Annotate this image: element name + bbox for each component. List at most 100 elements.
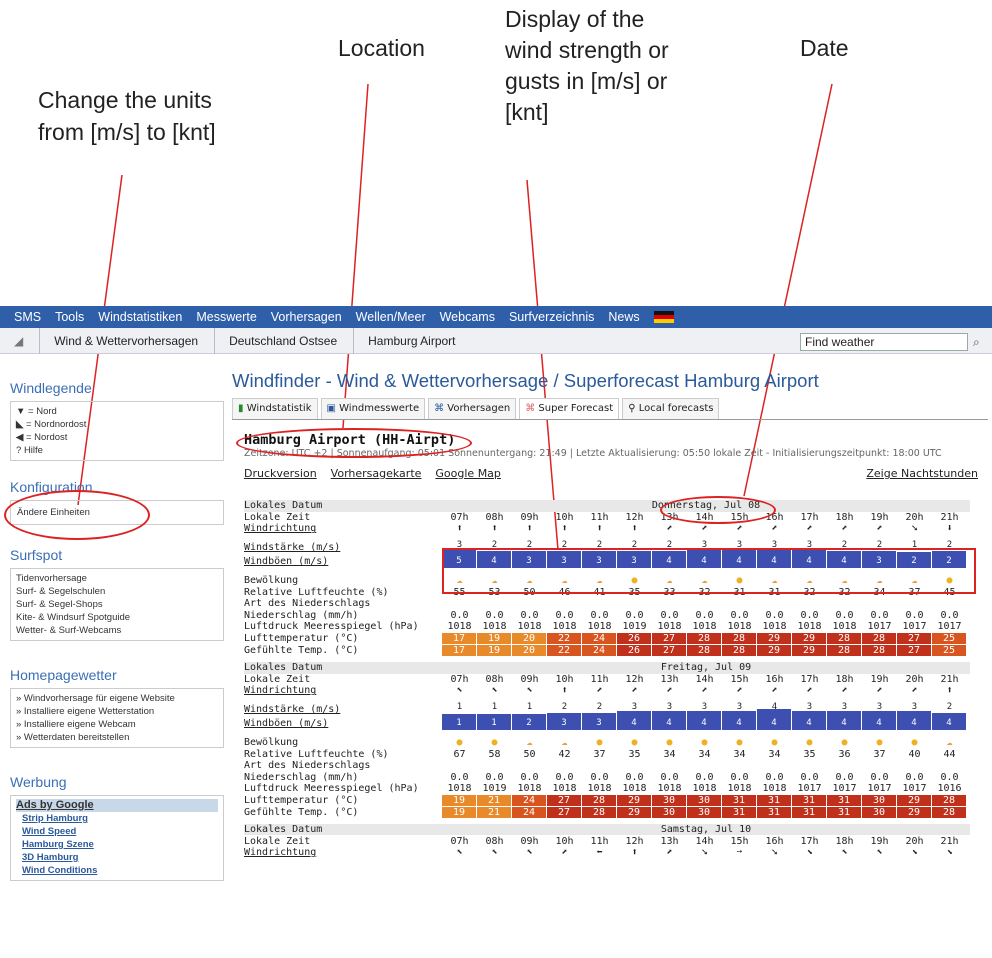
strength-bar (547, 550, 581, 555)
humidity-cell: 46 (558, 586, 571, 598)
annotation-location: Location (338, 35, 425, 61)
feel-temp-cell: 28 (827, 644, 862, 656)
row-label: Luftdruck Meeresspiegel (hPa) (244, 783, 419, 795)
nav-sms[interactable]: SMS (14, 310, 41, 324)
homepage-link[interactable]: » Windvorhersage für eigene Website (16, 692, 218, 705)
tab-super-forecast[interactable]: ⌘ Super Forecast (519, 398, 620, 419)
tab-local-forecasts[interactable]: ⚲ Local forecasts (622, 398, 720, 419)
strength-bar (792, 548, 826, 555)
sun-icon: ● (631, 575, 638, 587)
ads-header[interactable]: Ads by Google (16, 799, 218, 812)
ad-link[interactable]: Hamburg Szene (16, 838, 218, 851)
strength-bar (687, 710, 721, 717)
gust-cell: 1 (442, 717, 477, 731)
homepage-link[interactable]: » Wetterdaten bereitstellen (16, 731, 218, 744)
tab-windmesswerte[interactable]: ▣ Windmesswerte (320, 398, 426, 419)
map-link[interactable]: Vorhersagekarte (331, 467, 422, 480)
table-row: Lokales Datum Freitag, Jul 09 (244, 661, 970, 674)
row-label: Luftdruck Meeresspiegel (hPa) (244, 621, 419, 633)
surfspot-link[interactable]: Surf- & Segel-Shops (16, 598, 218, 611)
location-title: Hamburg Airport (HH-Airpt) (244, 432, 456, 448)
breadcrumb-item[interactable]: Hamburg Airport (354, 328, 471, 354)
humidity-cell: 36 (838, 748, 851, 760)
help-icon[interactable]: ? (16, 445, 21, 456)
row-label[interactable]: Windböen (m/s) (244, 556, 442, 567)
humidity-cell: 35 (803, 748, 816, 760)
breadcrumb-home-icon[interactable]: ◢ (0, 327, 41, 354)
wind-direction-arrow-icon: ➘ (911, 523, 918, 535)
temp-cell: 28 (582, 794, 617, 806)
breadcrumb-item[interactable]: Deutschland Ostsee (215, 327, 355, 354)
row-label[interactable]: Windrichtung (244, 523, 442, 534)
search-input[interactable]: Find weather (800, 333, 968, 351)
temp-cell: 28 (862, 633, 897, 645)
config-title: Konfiguration (10, 479, 93, 495)
wind-direction-arrow-icon: ⬉ (456, 685, 463, 697)
strength-bar (932, 712, 966, 717)
strength-bar (512, 714, 546, 717)
humidity-cell: 33 (663, 586, 676, 598)
tab-vorhersagen[interactable]: ⌘ Vorhersagen (428, 398, 517, 419)
homepage-link[interactable]: » Installiere eigene Wetterstation (16, 705, 218, 718)
temp-cell: 27 (652, 633, 687, 645)
wind-direction-arrow-icon: ⬆ (631, 523, 638, 535)
feel-temp-cell: 27 (547, 806, 582, 818)
pressure-cell: 1016 (937, 783, 962, 795)
legend-title: Windlegende (10, 380, 92, 396)
nav-webcams[interactable]: Webcams (440, 310, 495, 324)
nav-vorhersagen[interactable]: Vorhersagen (271, 310, 342, 324)
surfspot-link[interactable]: Surf- & Segelschulen (16, 585, 218, 598)
nav-tools[interactable]: Tools (55, 310, 84, 324)
precip-cell: 0.0 (520, 771, 539, 783)
row-label[interactable]: Windrichtung (244, 685, 442, 696)
surfspot-link[interactable]: Kite- & Windsurf Spotguide (16, 611, 218, 624)
wind-direction-arrow-icon: ⬈ (736, 685, 743, 697)
nav-surfverzeichnis[interactable]: Surfverzeichnis (509, 310, 594, 324)
nav-messwerte[interactable]: Messwerte (196, 310, 256, 324)
nav-wellen[interactable]: Wellen/Meer (356, 310, 426, 324)
ad-link[interactable]: Wind Speed (16, 825, 218, 838)
help-link[interactable]: Hilfe (24, 445, 43, 456)
row-label: Niederschlag (mm/h) (244, 609, 359, 621)
search-icon[interactable]: ⌕ (973, 335, 980, 350)
strength-cell: 2 (512, 540, 547, 555)
row-label[interactable]: Windstärke (m/s) (244, 704, 442, 715)
table-row: Niederschlag (mm/h) 0.0 0.0 0.0 0.0 0.0 0.0 0.0… (244, 610, 970, 622)
cloud-icon: ☁ (946, 737, 953, 749)
wind-direction-arrow-icon: ⬈ (876, 685, 883, 697)
ad-link[interactable]: 3D Hamburg (16, 851, 218, 864)
humidity-cell: 37 (593, 748, 606, 760)
feel-temp-cell: 29 (897, 806, 932, 818)
breadcrumb-item[interactable]: Wind & Wettervorhersagen (40, 327, 216, 354)
gust-cell: 4 (932, 717, 967, 731)
strength-bar (582, 712, 616, 717)
humidity-cell: 34 (663, 748, 676, 760)
wind-direction-arrow-icon: ⬈ (666, 685, 673, 697)
hour-cell: 11h (590, 511, 609, 523)
row-label: Lokales Datum (244, 662, 323, 674)
wind-direction-arrow-icon: ⬈ (876, 523, 883, 535)
temp-cell: 29 (897, 794, 932, 806)
row-label[interactable]: Windstärke (m/s) (244, 542, 442, 553)
ad-link[interactable]: Strip Hamburg (16, 812, 218, 825)
surfspot-link[interactable]: Tidenvorhersage (16, 572, 218, 585)
ad-link[interactable]: Wind Conditions (16, 864, 218, 877)
humidity-cell: 42 (558, 748, 571, 760)
row-label[interactable]: Windböen (m/s) (244, 718, 442, 729)
row-label[interactable]: Windrichtung (244, 847, 442, 858)
hour-cell: 09h (520, 511, 539, 523)
homepage-link[interactable]: » Installiere eigene Webcam (16, 718, 218, 731)
change-units-link[interactable]: Ändere Einheiten (10, 500, 224, 525)
print-link[interactable]: Druckversion (244, 467, 317, 480)
gust-cell: 4 (792, 717, 827, 731)
nav-news[interactable]: News (608, 310, 639, 324)
google-map-link[interactable]: Google Map (435, 467, 501, 480)
german-flag-icon[interactable] (653, 311, 674, 323)
strength-cell: 2 (547, 702, 582, 717)
surfspot-link[interactable]: Wetter- & Surf-Webcams (16, 624, 218, 637)
nav-windstatistiken[interactable]: Windstatistiken (98, 310, 182, 324)
strength-cell: 3 (792, 702, 827, 717)
night-hours-link[interactable]: Zeige Nachtstunden (866, 467, 978, 480)
gust-cell: 5 (442, 555, 477, 569)
tab-windstatistik[interactable]: ▮ Windstatistik (232, 398, 318, 419)
